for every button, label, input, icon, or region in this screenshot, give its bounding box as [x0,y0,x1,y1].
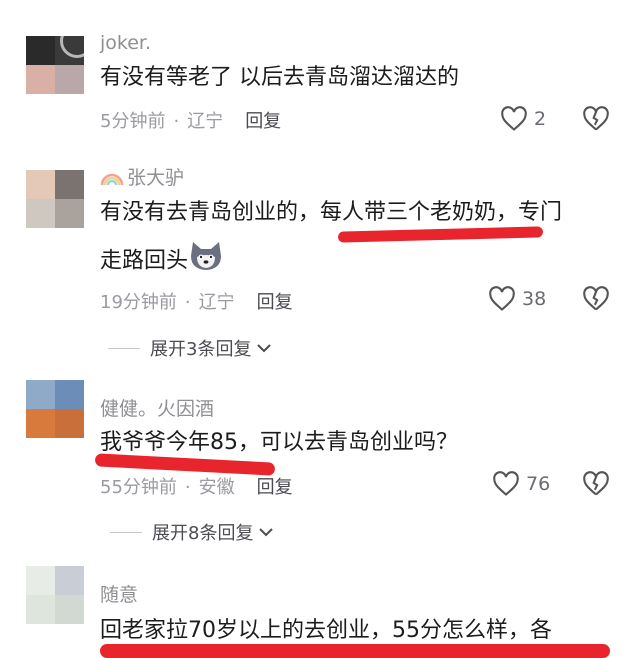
like-count: 76 [526,473,551,495]
comment-meta: 55分钟前 · 安徽 回复 [100,477,293,498]
chevron-down-icon [259,528,274,537]
comment-text-line1: 有没有去青岛创业的，每人带三个老奶奶，专门 [100,200,563,225]
comment-text: 有没有等老了 以后去青岛溜达溜达的 [100,65,459,90]
username[interactable]: joker. [100,32,151,54]
avatar[interactable] [26,380,84,438]
heart-icon [501,106,527,131]
broken-heart-icon [583,471,609,496]
expand-label: 展开3条回复 [150,339,252,360]
username[interactable]: 健健。火因酒 [100,394,214,421]
rainbow-icon [100,173,124,185]
avatar[interactable] [26,566,84,624]
username: 张大驴 [127,167,185,189]
broken-heart-icon [583,106,609,131]
comment-meta: 19分钟前 · 辽宁 回复 [100,292,293,313]
heart-icon [493,471,519,496]
broken-heart-icon [583,286,609,311]
like-button[interactable]: 38 [488,286,546,312]
avatar[interactable] [26,36,84,94]
location: 安徽 [198,477,235,498]
like-count: 2 [534,108,547,130]
comment-text-line2: 走路回头 [100,238,224,285]
location: 辽宁 [198,292,235,313]
expand-replies-button[interactable]: 展开3条回复 [108,335,273,361]
highlight-underline [100,644,610,658]
username-row[interactable]: 张大驴 [100,163,184,190]
avatar[interactable] [26,170,84,228]
chevron-down-icon [257,344,272,353]
dislike-button[interactable] [582,286,610,316]
like-button[interactable]: 76 [492,471,550,497]
reply-button[interactable]: 回复 [257,292,293,313]
like-count: 38 [522,288,547,310]
dislike-button[interactable] [582,106,610,136]
username[interactable]: 随意 [100,580,138,607]
expand-replies-button[interactable]: 展开8条回复 [110,519,275,545]
wolf-emoji-icon [188,238,224,285]
reply-button[interactable]: 回复 [257,477,293,498]
timestamp: 5分钟前 [100,111,166,132]
expand-label: 展开8条回复 [152,523,254,544]
comment-text: 我爷爷今年85，可以去青岛创业吗？ [100,430,458,455]
location: 辽宁 [187,111,224,132]
comment-meta: 5分钟前 · 辽宁 回复 [100,111,282,132]
heart-icon [489,286,515,311]
dislike-button[interactable] [582,471,610,501]
reply-button[interactable]: 回复 [245,111,281,132]
timestamp: 55分钟前 [100,477,177,498]
like-button[interactable]: 2 [500,106,546,132]
timestamp: 19分钟前 [100,292,177,313]
